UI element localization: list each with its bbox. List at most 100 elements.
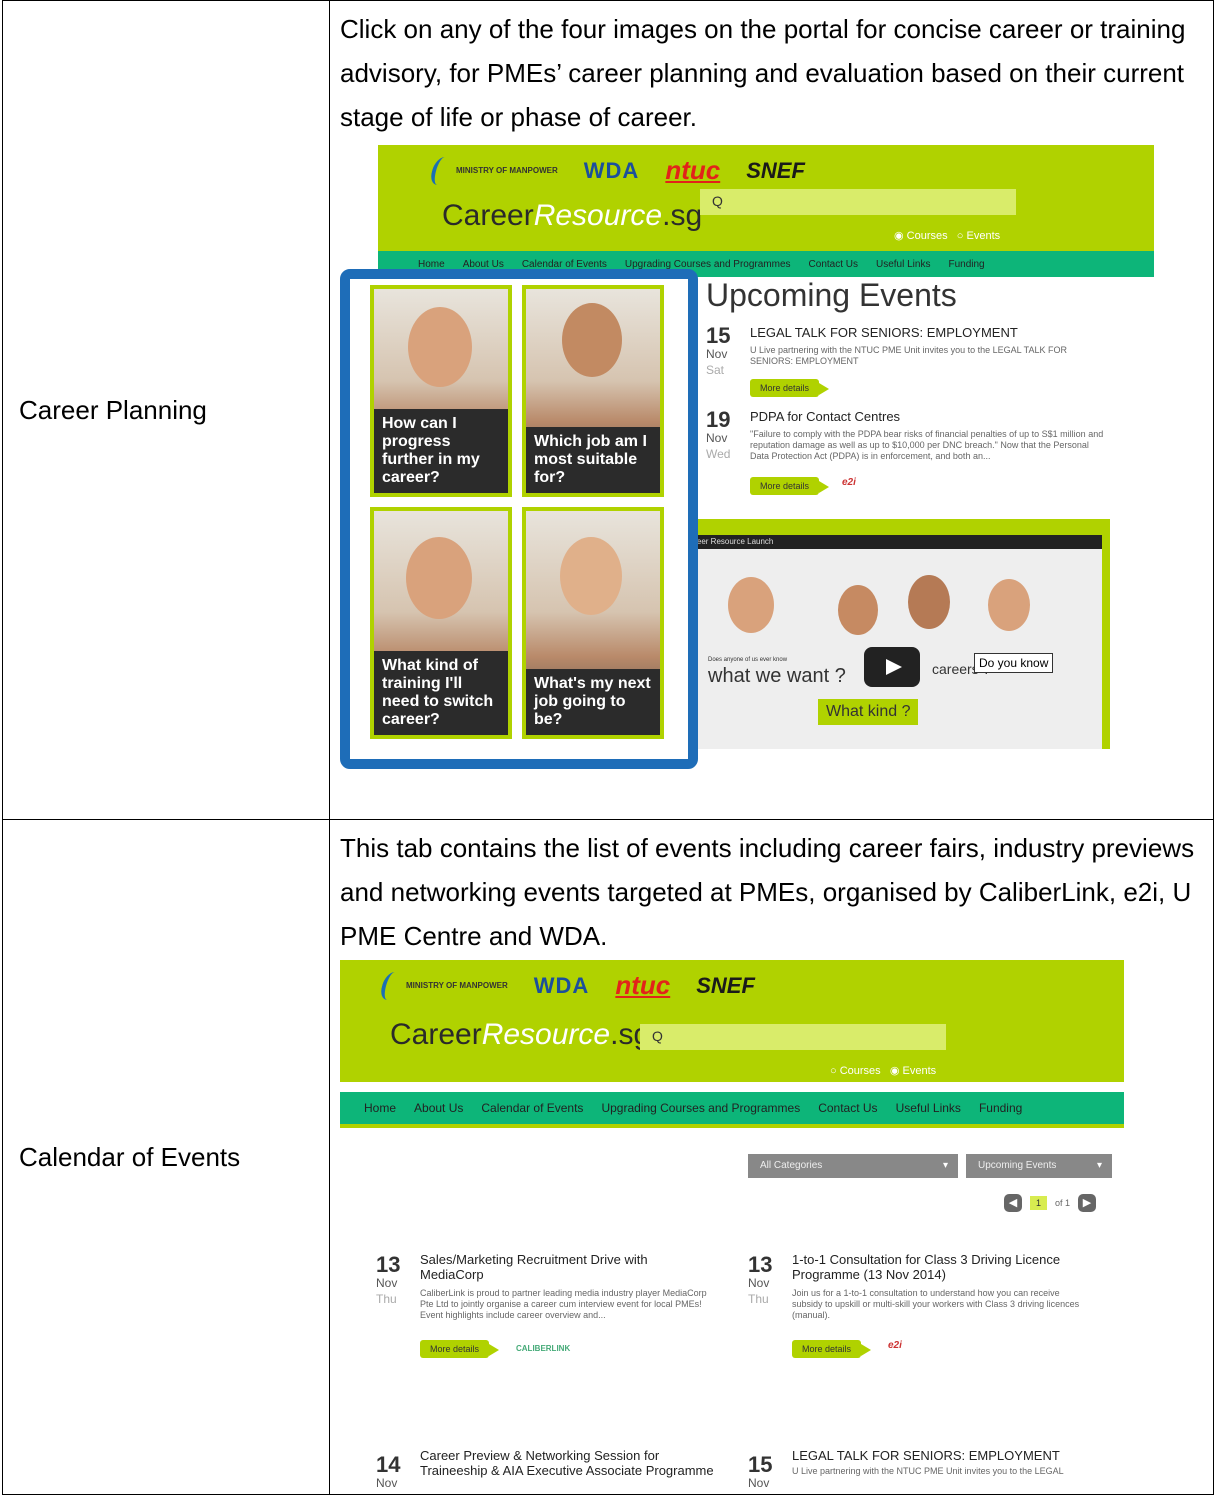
tile-caption: Which job am I most suitable for? <box>526 427 660 493</box>
site-header: MINISTRY OF MANPOWER WDA ntuc SNEF Caree… <box>378 145 1154 267</box>
pagination: ◀ 1 of 1 ▶ <box>1004 1194 1097 1212</box>
event-day: 13 <box>376 1252 401 1277</box>
more-details-button[interactable]: More details <box>420 1340 500 1358</box>
tile-progress-career[interactable]: How can I progress further in my career? <box>370 285 512 497</box>
event-title[interactable]: PDPA for Contact Centres <box>750 409 900 424</box>
screenshot-calendar-of-events: MINISTRY OF MANPOWER WDA ntuc SNEF Caree… <box>330 958 1213 1494</box>
event-month: Nov <box>748 1276 770 1290</box>
event-text: U Live partnering with the NTUC PME Unit… <box>750 345 1067 366</box>
video-caption-small: Does anyone of us ever know <box>708 657 788 663</box>
more-details-button[interactable]: More details <box>750 477 830 495</box>
event-weekday: Wed <box>706 447 731 461</box>
tile-caption: How can I progress further in my career? <box>374 409 508 493</box>
ntuc-logo: ntuc <box>665 155 721 185</box>
event-text: "Failure to comply with the PDPA bear ri… <box>750 429 1104 461</box>
page-total: of 1 <box>1055 1198 1071 1208</box>
nav-links[interactable]: Useful Links <box>896 1101 961 1115</box>
event-text: Join us for a 1-to-1 consultation to und… <box>792 1288 1080 1320</box>
search-input[interactable]: Q <box>640 1024 946 1050</box>
event-month: Nov <box>748 1476 770 1490</box>
nav-courses[interactable]: Upgrading Courses and Programmes <box>601 1101 800 1115</box>
event-month: Nov <box>706 347 728 361</box>
more-details-button[interactable]: More details <box>750 379 830 397</box>
nav-courses[interactable]: Upgrading Courses and Programmes <box>625 259 791 270</box>
table-row: Career Planning Click on any of the four… <box>2 0 1214 820</box>
nav-contact[interactable]: Contact Us <box>809 259 858 270</box>
row-content: This tab contains the list of events inc… <box>329 819 1214 1495</box>
event-title[interactable]: Sales/Marketing Recruitment Drive with M… <box>420 1252 680 1282</box>
person-photo <box>560 537 622 615</box>
screenshot-career-planning: MINISTRY OF MANPOWER WDA ntuc SNEF Caree… <box>330 139 1213 819</box>
category-dropdown[interactable]: All Categories <box>748 1154 958 1178</box>
search-icon: Q <box>712 193 723 209</box>
nav-funding[interactable]: Funding <box>979 1101 1022 1115</box>
nav-contact[interactable]: Contact Us <box>818 1101 877 1115</box>
event-weekday: Sat <box>706 363 725 377</box>
row-description: Click on any of the four images on the p… <box>340 14 1186 132</box>
person-photo <box>406 537 472 619</box>
tile-suitable-job[interactable]: Which job am I most suitable for? <box>522 285 664 497</box>
event-title[interactable]: 1-to-1 Consultation for Class 3 Driving … <box>792 1252 1072 1282</box>
row-description: This tab contains the list of events inc… <box>340 833 1195 951</box>
play-button[interactable] <box>864 647 920 687</box>
event-text: U Live partnering with the NTUC PME Unit… <box>792 1466 1064 1476</box>
document-table: Career Planning Click on any of the four… <box>2 0 1214 1495</box>
site-brand[interactable]: CareerResource.sg <box>442 199 702 233</box>
video-person <box>838 585 878 635</box>
nav-funding[interactable]: Funding <box>948 259 984 270</box>
prev-page-button[interactable]: ◀ <box>1004 1194 1022 1212</box>
partner-logos: MINISTRY OF MANPOWER WDA ntuc SNEF <box>378 970 755 1001</box>
nav-home[interactable]: Home <box>364 1101 396 1115</box>
nav-about[interactable]: About Us <box>414 1101 463 1115</box>
snef-logo: SNEF <box>746 157 805 183</box>
event-title[interactable]: Career Preview & Networking Session for … <box>420 1448 720 1478</box>
site-header: MINISTRY OF MANPOWER WDA ntuc SNEF Caree… <box>340 960 1124 1082</box>
tile-caption: What's my next job going to be? <box>526 669 660 735</box>
tile-switch-career[interactable]: What kind of training I'll need to switc… <box>370 507 512 739</box>
event-title[interactable]: LEGAL TALK FOR SENIORS: EMPLOYMENT <box>792 1448 1092 1463</box>
career-advisory-panel: How can I progress further in my career?… <box>340 269 698 769</box>
nav-links[interactable]: Useful Links <box>876 259 930 270</box>
row-content: Click on any of the four images on the p… <box>329 0 1214 820</box>
site-brand[interactable]: CareerResource.sg <box>390 1018 650 1052</box>
caliberlink-logo: CALIBERLINK <box>516 1344 571 1353</box>
partner-logos: MINISTRY OF MANPOWER WDA ntuc SNEF <box>428 155 805 186</box>
video-player[interactable]: Career Resource Launch Does anyone of us… <box>670 519 1110 749</box>
video-person <box>988 579 1030 631</box>
e2i-logo: e2i <box>888 1340 902 1351</box>
video-person <box>728 577 774 633</box>
more-details-button[interactable]: More details <box>792 1340 872 1358</box>
person-photo <box>408 307 472 387</box>
nav-calendar[interactable]: Calendar of Events <box>481 1101 583 1115</box>
event-day: 13 <box>748 1252 773 1277</box>
search-scope-radios[interactable]: ○ Courses ◉ Events <box>830 1064 936 1077</box>
table-row: Calendar of Events This tab contains the… <box>2 819 1214 1495</box>
search-input[interactable]: Q <box>700 189 1016 215</box>
nav-calendar[interactable]: Calendar of Events <box>522 259 607 270</box>
tile-next-job[interactable]: What's my next job going to be? <box>522 507 664 739</box>
current-page[interactable]: 1 <box>1030 1196 1048 1210</box>
event-weekday: Thu <box>376 1292 397 1306</box>
event-month: Nov <box>706 431 728 445</box>
event-filter-dropdown[interactable]: Upcoming Events <box>966 1154 1112 1178</box>
event-text: CaliberLink is proud to partner leading … <box>420 1288 707 1320</box>
wda-logo: WDA <box>583 157 640 183</box>
next-page-button[interactable]: ▶ <box>1078 1194 1097 1212</box>
event-day: 14 <box>376 1452 401 1477</box>
event-item: 13 Nov Thu 1-to-1 Consultation for Class… <box>748 1252 1108 1362</box>
video-caption-whatkind: What kind ? <box>818 699 919 725</box>
event-month: Nov <box>376 1476 398 1490</box>
event-day: 15 <box>706 323 731 348</box>
video-caption-big: what we want ? <box>708 665 846 687</box>
video-person <box>908 575 950 629</box>
nav-home[interactable]: Home <box>418 259 445 270</box>
event-title[interactable]: LEGAL TALK FOR SENIORS: EMPLOYMENT <box>750 325 1018 340</box>
row-label: Career Planning <box>2 0 330 820</box>
event-day: 15 <box>748 1452 773 1477</box>
search-scope-radios[interactable]: ◉ Courses ○ Events <box>894 229 1000 242</box>
snef-logo: SNEF <box>696 972 755 998</box>
event-day: 19 <box>706 407 731 432</box>
nav-about[interactable]: About Us <box>463 259 504 270</box>
row-label: Calendar of Events <box>2 819 330 1495</box>
video-title-bar: Career Resource Launch <box>678 535 1102 549</box>
